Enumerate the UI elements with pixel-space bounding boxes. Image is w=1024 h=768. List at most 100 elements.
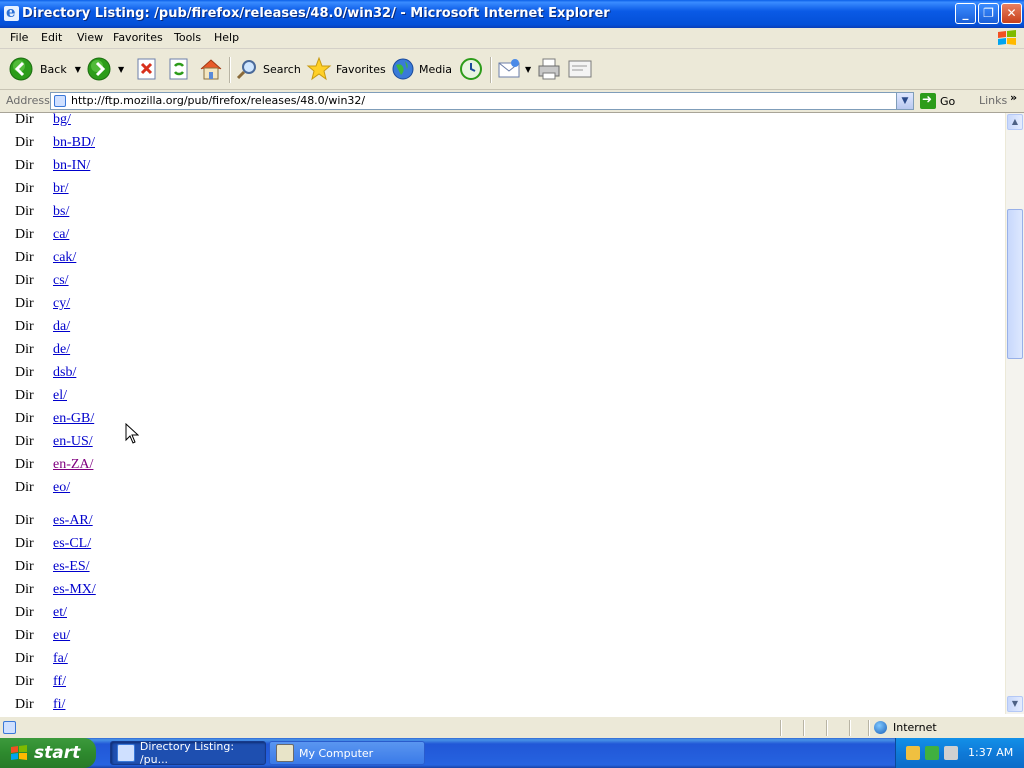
edit-page-icon bbox=[568, 60, 592, 78]
directory-link[interactable]: es-CL/ bbox=[53, 536, 91, 552]
listing-row: Dir et/ bbox=[0, 605, 300, 628]
favorites-label: Favorites bbox=[336, 62, 386, 76]
directory-link[interactable]: es-ES/ bbox=[53, 559, 90, 575]
close-button[interactable]: ✕ bbox=[1001, 3, 1022, 24]
computer-task-icon bbox=[276, 744, 294, 762]
mail-button[interactable]: ▼ bbox=[497, 55, 531, 83]
listing-row: Dir dsb/ bbox=[0, 365, 300, 388]
taskbar-item-my-computer[interactable]: My Computer bbox=[269, 741, 425, 765]
refresh-button[interactable] bbox=[167, 55, 191, 83]
entry-type: Dir bbox=[15, 135, 34, 150]
media-label: Media bbox=[419, 62, 453, 76]
media-button[interactable]: Media bbox=[391, 55, 452, 83]
directory-link[interactable]: en-US/ bbox=[53, 434, 93, 450]
taskbar-item-ie[interactable]: Directory Listing: /pu... bbox=[110, 740, 266, 766]
listing-row: Dir el/ bbox=[0, 388, 300, 411]
search-button[interactable]: Search bbox=[235, 55, 301, 83]
back-dropdown-icon[interactable]: ▼ bbox=[75, 65, 81, 74]
links-chevron-icon[interactable]: » bbox=[1010, 91, 1017, 104]
links-button[interactable]: Links bbox=[979, 94, 1007, 107]
directory-link[interactable]: cy/ bbox=[53, 296, 70, 312]
scroll-down-button[interactable]: ▼ bbox=[1007, 696, 1023, 712]
listing-row: Dir es-MX/ bbox=[0, 582, 300, 605]
directory-link[interactable]: et/ bbox=[53, 605, 67, 621]
entry-type: Dir bbox=[15, 480, 34, 495]
directory-link[interactable]: bn-IN/ bbox=[53, 158, 90, 174]
favorites-button[interactable]: Favorites bbox=[306, 55, 386, 83]
clock[interactable]: 1:37 AM bbox=[968, 746, 1013, 759]
directory-link[interactable]: da/ bbox=[53, 319, 70, 335]
entry-type: Dir bbox=[15, 434, 34, 449]
listing-row: Dir cs/ bbox=[0, 273, 300, 296]
entry-type: Dir bbox=[15, 513, 34, 528]
directory-link[interactable]: eo/ bbox=[53, 480, 70, 496]
listing-row: Dir en-US/ bbox=[0, 434, 300, 457]
maximize-button[interactable]: ❐ bbox=[978, 3, 999, 24]
directory-link[interactable]: bn-BD/ bbox=[53, 135, 95, 151]
directory-link[interactable]: es-AR/ bbox=[53, 513, 93, 529]
listing-row: Dir de/ bbox=[0, 342, 300, 365]
directory-link[interactable]: de/ bbox=[53, 342, 70, 358]
directory-link[interactable]: bg/ bbox=[53, 113, 71, 128]
entry-type: Dir bbox=[15, 365, 34, 380]
directory-link[interactable]: fa/ bbox=[53, 651, 68, 667]
directory-link[interactable]: cs/ bbox=[53, 273, 69, 289]
directory-link[interactable]: ca/ bbox=[53, 227, 69, 243]
back-button[interactable]: Back ▼ bbox=[8, 55, 81, 83]
windows-flag-icon bbox=[11, 745, 27, 760]
directory-link[interactable]: en-ZA/ bbox=[53, 457, 93, 473]
directory-link[interactable]: br/ bbox=[53, 181, 69, 197]
home-button[interactable] bbox=[198, 55, 224, 83]
stop-button[interactable] bbox=[135, 55, 159, 83]
search-label: Search bbox=[263, 62, 301, 76]
menu-favorites[interactable]: Favorites bbox=[113, 31, 163, 44]
listing-row: Dir da/ bbox=[0, 319, 300, 342]
print-button[interactable] bbox=[536, 55, 562, 83]
listing-row: Dir bs/ bbox=[0, 204, 300, 227]
scroll-thumb[interactable] bbox=[1007, 209, 1023, 359]
home-icon bbox=[200, 59, 222, 80]
tray-update-icon[interactable] bbox=[925, 746, 939, 760]
entry-type: Dir bbox=[15, 250, 34, 265]
menu-file[interactable]: File bbox=[10, 31, 28, 44]
directory-link[interactable]: el/ bbox=[53, 388, 67, 404]
directory-link[interactable]: en-GB/ bbox=[53, 411, 94, 427]
vertical-scrollbar[interactable]: ▲ ▼ bbox=[1005, 113, 1024, 714]
ie-app-icon[interactable] bbox=[4, 3, 19, 21]
menu-help[interactable]: Help bbox=[214, 31, 239, 44]
status-separator bbox=[780, 720, 782, 736]
address-dropdown-icon[interactable]: ▼ bbox=[896, 93, 913, 109]
directory-link[interactable]: cak/ bbox=[53, 250, 76, 266]
address-url[interactable]: http://ftp.mozilla.org/pub/firefox/relea… bbox=[71, 94, 365, 107]
go-button[interactable]: Go bbox=[920, 92, 955, 110]
directory-link[interactable]: es-MX/ bbox=[53, 582, 96, 598]
entry-type: Dir bbox=[15, 559, 34, 574]
tray-volume-icon[interactable] bbox=[944, 746, 958, 760]
status-bar: Internet bbox=[0, 716, 1024, 739]
directory-link[interactable]: dsb/ bbox=[53, 365, 76, 381]
forward-dropdown-icon[interactable]: ▼ bbox=[118, 65, 124, 74]
taskbar-item-label: My Computer bbox=[299, 746, 374, 760]
minimize-button[interactable]: _ bbox=[955, 3, 976, 24]
menu-view[interactable]: View bbox=[77, 31, 103, 44]
tray-network-icon[interactable] bbox=[906, 746, 920, 760]
system-tray: 1:37 AM bbox=[895, 738, 1024, 768]
mail-dropdown-icon[interactable]: ▼ bbox=[525, 65, 531, 74]
forward-button[interactable]: ▼ bbox=[86, 55, 124, 83]
taskbar: start Directory Listing: /pu... My Compu… bbox=[0, 738, 1024, 768]
directory-link[interactable]: bs/ bbox=[53, 204, 69, 220]
menu-tools[interactable]: Tools bbox=[174, 31, 201, 44]
menu-edit[interactable]: Edit bbox=[41, 31, 62, 44]
address-input[interactable]: http://ftp.mozilla.org/pub/firefox/relea… bbox=[50, 92, 914, 110]
listing-row: Dir cak/ bbox=[0, 250, 300, 273]
directory-link[interactable]: fi/ bbox=[53, 697, 65, 713]
taskbar-item-label: Directory Listing: /pu... bbox=[139, 740, 235, 766]
edit-button[interactable] bbox=[567, 55, 593, 83]
scroll-up-button[interactable]: ▲ bbox=[1007, 114, 1023, 130]
stop-icon bbox=[137, 58, 156, 80]
directory-link[interactable]: ff/ bbox=[53, 674, 66, 690]
toolbar-separator bbox=[229, 57, 231, 83]
history-button[interactable] bbox=[458, 55, 484, 83]
start-button[interactable]: start bbox=[0, 738, 96, 768]
directory-link[interactable]: eu/ bbox=[53, 628, 70, 644]
